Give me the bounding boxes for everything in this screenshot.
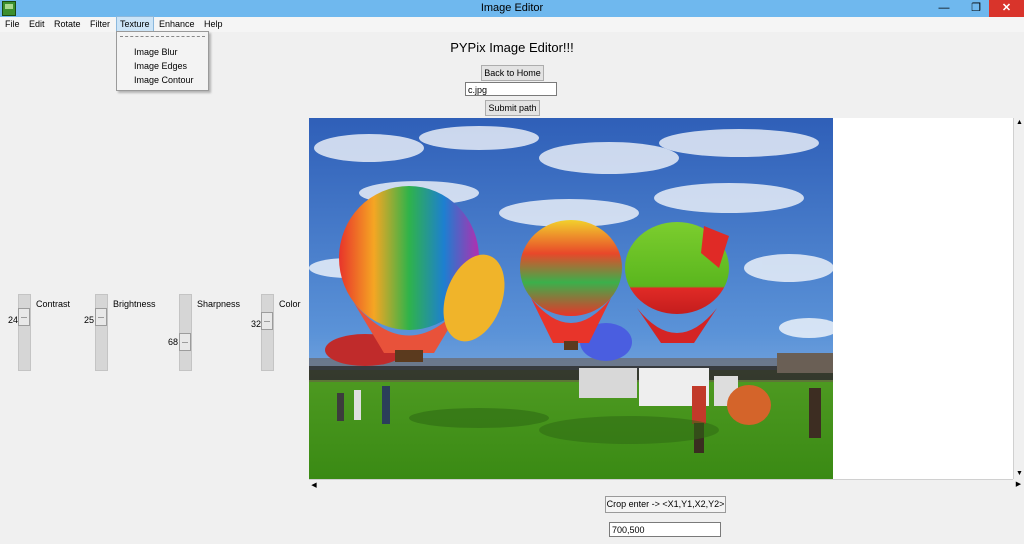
title-bar: Image Editor — ❐ ✕ (0, 0, 1024, 17)
minimize-button[interactable]: — (932, 0, 956, 17)
brightness-value: 25 (83, 315, 94, 325)
contrast-slider-thumb[interactable] (18, 307, 30, 326)
restore-button[interactable]: ❐ (964, 0, 988, 17)
horizontal-scrollbar[interactable]: ◀ (309, 479, 1013, 491)
brightness-slider-thumb[interactable] (95, 308, 107, 327)
path-input[interactable]: c.jpg (465, 82, 557, 96)
contrast-slider[interactable] (18, 294, 31, 371)
color-slider[interactable] (261, 294, 274, 371)
contrast-value: 24 (7, 315, 18, 325)
sharpness-slider-thumb[interactable] (179, 332, 191, 351)
crop-label: Crop enter -> <X1,Y1,X2,Y2> (605, 496, 726, 513)
menu-bar: File Edit Rotate Filter Texture Enhance … (0, 16, 1024, 32)
menu-item-image-edges[interactable]: Image Edges (134, 61, 187, 71)
brightness-slider[interactable] (95, 294, 108, 371)
tearoff-line[interactable] (120, 36, 205, 37)
back-to-home-button[interactable]: Back to Home (481, 65, 544, 81)
menu-filter[interactable]: Filter (87, 17, 113, 31)
sharpness-value: 68 (167, 337, 178, 347)
menu-help[interactable]: Help (201, 17, 226, 31)
crop-input[interactable]: 700,500 (609, 522, 721, 537)
color-slider-thumb[interactable] (261, 312, 273, 331)
color-label: Color (279, 299, 301, 309)
contrast-label: Contrast (36, 299, 71, 309)
submit-path-button[interactable]: Submit path (485, 100, 540, 116)
brightness-label: Brightness (113, 299, 156, 309)
scroll-up-arrow-icon[interactable]: ▲ (1014, 118, 1024, 128)
menu-item-image-contour[interactable]: Image Contour (134, 75, 194, 85)
sharpness-label: Sharpness (197, 299, 241, 309)
menu-rotate[interactable]: Rotate (51, 17, 84, 31)
window-title: Image Editor (480, 2, 544, 14)
menu-file[interactable]: File (2, 17, 23, 31)
scroll-right-arrow-icon[interactable]: ▶ (1013, 479, 1024, 490)
close-button[interactable]: ✕ (989, 0, 1024, 17)
vertical-scrollbar[interactable]: ▲ ▼ (1013, 118, 1024, 479)
scroll-left-arrow-icon[interactable]: ◀ (309, 480, 319, 491)
balloon-photo (309, 118, 833, 479)
color-value: 32 (250, 319, 261, 329)
app-heading: PYPix Image Editor!!! (450, 40, 574, 55)
menu-texture[interactable]: Texture (116, 16, 154, 32)
scroll-down-arrow-icon[interactable]: ▼ (1014, 469, 1024, 479)
menu-edit[interactable]: Edit (26, 17, 48, 31)
menu-enhance[interactable]: Enhance (156, 17, 198, 31)
